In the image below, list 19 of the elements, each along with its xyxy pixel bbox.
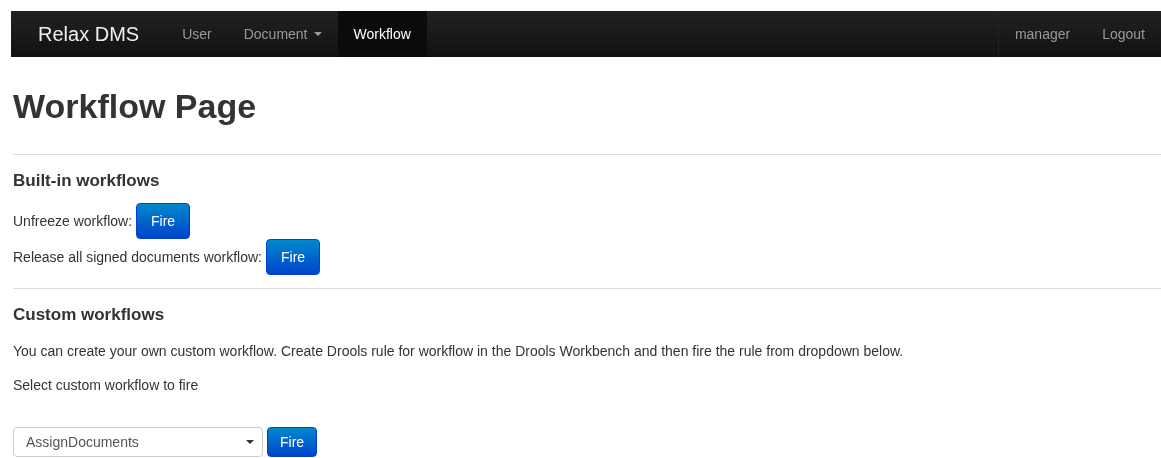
caret-icon bbox=[313, 32, 322, 36]
description-text: You can create your own custom workflow. Create Drools rule for workflow in the Drools Workbench and then fire the rule from dropdown below. bbox=[13, 342, 905, 361]
fire-button[interactable]: Fire bbox=[136, 203, 191, 239]
caret-icon bbox=[246, 440, 254, 444]
section-heading: Custom workflows bbox=[13, 305, 166, 325]
nav-item[interactable]: User bbox=[166, 11, 228, 57]
section-heading: Built-in workflows bbox=[13, 171, 161, 191]
nav-item[interactable]: manager bbox=[998, 11, 1087, 57]
workflow-label: Release all signed documents workflow: bbox=[13, 249, 262, 265]
nav-item[interactable]: Workflow bbox=[337, 11, 427, 57]
page-title: Workflow Page bbox=[13, 86, 258, 127]
brand[interactable]: Relax DMS bbox=[11, 11, 167, 57]
workflow-label: Unfreeze workflow: bbox=[13, 213, 133, 229]
select-label: Select custom workflow to fire bbox=[13, 376, 200, 395]
nav-item[interactable]: Logout bbox=[1086, 11, 1161, 57]
fire-button[interactable]: Fire bbox=[267, 427, 318, 457]
nav-item[interactable]: Document bbox=[227, 11, 338, 57]
workflow-select[interactable]: AssignDocuments bbox=[13, 427, 263, 457]
fire-button[interactable]: Fire bbox=[266, 239, 321, 275]
